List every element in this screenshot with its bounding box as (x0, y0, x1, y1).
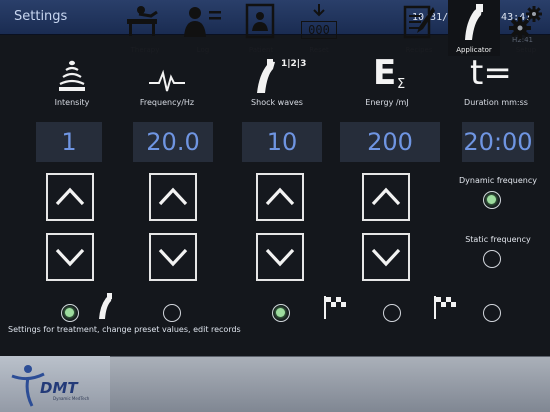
frequency-down-button[interactable] (149, 233, 197, 281)
dmt-logo: DMT Dynamic MedTech (0, 356, 110, 412)
energy-icon-letter: E (373, 53, 397, 93)
applicator-label: Applicator (456, 46, 492, 54)
therapy-button[interactable]: Therapy (118, 0, 172, 56)
radio-handpiece-2[interactable] (163, 304, 181, 322)
intensity-value[interactable]: 1 (36, 122, 102, 162)
radio-energy-flag[interactable] (383, 304, 401, 322)
log-button[interactable]: Log (176, 0, 230, 56)
frequency-value[interactable]: 20.0 (133, 122, 213, 162)
duration-value[interactable]: 20:00 (462, 122, 534, 162)
chevron-up-icon (158, 187, 188, 206)
screen-title: Settings (14, 9, 68, 24)
gear-icon (509, 6, 542, 39)
duration-t-icon: t= (446, 53, 546, 99)
radio-duration-flag[interactable] (483, 304, 501, 322)
recipes-label: Recipes (405, 46, 433, 54)
duration-icon-text: t= (470, 53, 512, 93)
dynamic-frequency-label: Dynamic frequency (459, 176, 537, 185)
radio-handpiece-1[interactable] (61, 304, 79, 322)
status-text: Settings for treatment, change preset va… (8, 325, 241, 334)
intensity-up-button[interactable] (46, 173, 94, 221)
arrow-down-icon (313, 4, 325, 17)
checkered-flag-icon (432, 294, 458, 324)
chevron-down-icon (265, 248, 295, 267)
chevron-down-icon (371, 248, 401, 267)
energy-value[interactable]: 200 (340, 122, 440, 162)
energy-label: Energy /mJ (365, 98, 409, 107)
setup-label: Setup (515, 46, 537, 54)
frequency-wave-icon (127, 53, 207, 99)
frequency-label: Frequency/Hz (139, 98, 195, 107)
chevron-up-icon (55, 187, 85, 206)
setup-button[interactable]: Setup (502, 0, 550, 56)
applicator-button[interactable]: Applicator (448, 0, 500, 56)
applicator-handpiece-icon (465, 4, 483, 41)
handpiece-icon (96, 292, 116, 324)
energy-down-button[interactable] (362, 233, 410, 281)
patient-button[interactable]: Patient (234, 0, 288, 56)
log-user-icon (184, 7, 221, 37)
logo-subtitle: Dynamic MedTech (53, 396, 90, 401)
recipes-button[interactable]: Recipes (392, 0, 446, 56)
shockwaves-up-button[interactable] (256, 173, 304, 221)
shockwave-handpiece-icon: 1|2|3 (237, 53, 317, 99)
checkered-flag-icon (322, 294, 348, 324)
reset-button[interactable]: 000 Reset (292, 0, 346, 56)
therapy-label: Therapy (130, 46, 160, 54)
intensity-label: Intensity (54, 98, 90, 107)
intensity-down-button[interactable] (46, 233, 94, 281)
frequency-up-button[interactable] (149, 173, 197, 221)
patient-label: Patient (248, 46, 274, 54)
reset-counter: 000 (301, 21, 337, 39)
settings-screen: Settings 10/31/10 17:43:41 H2:41 1|2|3 E… (0, 0, 550, 412)
patient-record-icon (245, 3, 275, 39)
static-frequency-radio[interactable] (483, 250, 501, 268)
energy-sigma-icon: E Σ (337, 53, 437, 99)
static-frequency-label: Static frequency (465, 235, 531, 244)
recipes-edit-icon (403, 5, 435, 39)
energy-up-button[interactable] (362, 173, 410, 221)
duration-label: Duration mm:ss (464, 98, 528, 107)
logo-text: DMT (40, 379, 78, 397)
reset-label: Reset (309, 46, 329, 54)
chevron-up-icon (265, 187, 295, 206)
shockwaves-label: Shock waves (251, 98, 303, 107)
shockwaves-value[interactable]: 10 (242, 122, 322, 162)
dynamic-frequency-radio[interactable] (483, 191, 501, 209)
radio-count[interactable] (272, 304, 290, 322)
chevron-down-icon (55, 248, 85, 267)
intensity-icon (32, 53, 112, 99)
shockwave-count-icon-text: 1|2|3 (281, 59, 307, 69)
chevron-up-icon (371, 187, 401, 206)
energy-icon-sigma: Σ (397, 77, 406, 92)
therapy-table-icon (127, 6, 158, 36)
shockwaves-down-button[interactable] (256, 233, 304, 281)
chevron-down-icon (158, 248, 188, 267)
log-label: Log (196, 46, 210, 54)
